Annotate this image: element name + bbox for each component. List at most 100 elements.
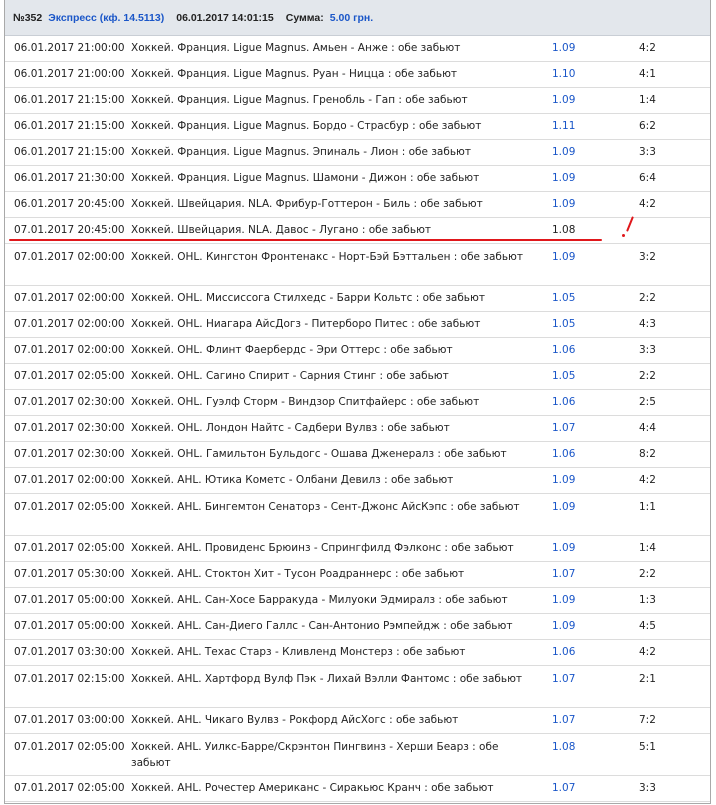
event-odd: 1.09 <box>552 94 576 106</box>
event-date: 07.01.2017 02:00:00 <box>14 474 125 486</box>
sum-label: Сумма: <box>285 11 324 24</box>
event-odd: 1.09 <box>552 198 576 210</box>
table-row: 07.01.2017 03:00:00 Хоккей. AHL. Чикаго В… <box>5 708 710 734</box>
event-name: Хоккей. Швейцария. NLA. Давос - Лугано :… <box>131 224 432 236</box>
event-odd: 1.07 <box>552 714 576 726</box>
event-odd: 1.09 <box>552 251 576 263</box>
event-score: 6:4 <box>639 172 656 184</box>
event-name: Хоккей. Франция. Ligue Magnus. Бордо - С… <box>131 120 482 132</box>
table-row: 06.01.2017 21:30:00 Хоккей. Франция. Ligu… <box>5 166 710 192</box>
event-score: 7:2 <box>639 714 656 726</box>
event-odd: 1.07 <box>552 422 576 434</box>
event-score: 2:2 <box>639 568 656 580</box>
event-date: 06.01.2017 21:15:00 <box>14 120 125 132</box>
bet-type-link[interactable]: Экспресс (кф. 14.5113) <box>48 12 164 24</box>
event-date: 07.01.2017 05:00:00 <box>14 594 125 606</box>
red-underline-annotation <box>9 239 602 241</box>
event-odd: 1.05 <box>552 318 576 330</box>
bet-details-panel: №352 Экспресс (кф. 14.5113) 06.01.2017 1… <box>4 0 711 804</box>
table-row: 07.01.2017 02:05:00 Хоккей. OHL. Сагино С… <box>5 364 710 390</box>
sum-value: 5.00 грн. <box>329 11 374 24</box>
event-odd: 1.07 <box>552 568 576 580</box>
table-row: 07.01.2017 02:00:00 Хоккей. OHL. Кингстон… <box>5 244 710 286</box>
event-date: 07.01.2017 02:30:00 <box>14 422 125 434</box>
event-name: Хоккей. AHL. Сан-Диего Галлс - Сан-Антон… <box>131 620 513 632</box>
event-odd: 1.06 <box>552 646 576 658</box>
table-row: 06.01.2017 21:15:00 Хоккей. Франция. Ligu… <box>5 114 710 140</box>
event-name: Хоккей. Франция. Ligue Magnus. Амьен - А… <box>131 42 461 54</box>
event-score: 4:2 <box>639 474 656 486</box>
event-date: 07.01.2017 02:00:00 <box>14 292 125 304</box>
event-score: 4:1 <box>639 68 656 80</box>
event-date: 07.01.2017 05:30:00 <box>14 568 125 580</box>
event-odd: 1.09 <box>552 146 576 158</box>
event-date: 07.01.2017 02:05:00 <box>14 370 125 382</box>
table-row: 07.01.2017 02:05:00 Хоккей. AHL. Бингемто… <box>5 494 710 536</box>
event-name: Хоккей. OHL. Сагино Спирит - Сарния Стин… <box>131 370 449 382</box>
table-row: 06.01.2017 20:45:00 Хоккей. Швейцария. NL… <box>5 192 710 218</box>
event-name: Хоккей. AHL. Хартфорд Вулф Пэк - Лихай В… <box>131 673 523 685</box>
bet-events-table: 06.01.2017 21:00:00 Хоккей. Франция. Ligu… <box>5 36 710 802</box>
event-name: Хоккей. OHL. Гуэлф Сторм - Виндзор Спитф… <box>131 396 480 408</box>
event-date: 07.01.2017 02:15:00 <box>14 673 125 685</box>
table-row: 06.01.2017 21:15:00 Хоккей. Франция. Ligu… <box>5 140 710 166</box>
event-date: 07.01.2017 02:05:00 <box>14 741 125 753</box>
table-row: 07.01.2017 05:00:00 Хоккей. AHL. Сан-Диег… <box>5 614 710 640</box>
event-score: 3:3 <box>639 782 656 794</box>
table-row: 07.01.2017 02:30:00 Хоккей. OHL. Гуэлф Ст… <box>5 390 710 416</box>
event-score: 1:1 <box>639 501 656 513</box>
event-odd: 1.09 <box>552 501 576 513</box>
event-name: Хоккей. AHL. Сан-Хосе Барракуда - Милуок… <box>131 594 508 606</box>
event-name: Хоккей. AHL. Чикаго Вулвз - Рокфорд АйсХ… <box>131 714 459 726</box>
event-name: Хоккей. Швейцария. NLA. Фрибур-Готтерон … <box>131 198 483 210</box>
event-odd: 1.09 <box>552 42 576 54</box>
bet-header: №352 Экспресс (кф. 14.5113) 06.01.2017 1… <box>5 0 710 36</box>
event-score: 3:2 <box>639 251 656 263</box>
event-date: 06.01.2017 21:15:00 <box>14 94 125 106</box>
event-name: Хоккей. OHL. Ниагара АйсДогз - Питерборо… <box>131 318 481 330</box>
event-score: 4:5 <box>639 620 656 632</box>
table-row: 06.01.2017 21:00:00 Хоккей. Франция. Ligu… <box>5 62 710 88</box>
event-date: 07.01.2017 02:05:00 <box>14 782 125 794</box>
bet-number: №352 <box>13 11 43 24</box>
table-row: 07.01.2017 05:30:00 Хоккей. AHL. Стоктон … <box>5 562 710 588</box>
event-odd: 1.08 <box>552 741 576 753</box>
event-name: Хоккей. AHL. Рочестер Американс - Сиракь… <box>131 782 494 794</box>
event-odd: 1.09 <box>552 474 576 486</box>
event-score: 6:2 <box>639 120 656 132</box>
table-row: 07.01.2017 02:15:00 Хоккей. AHL. Хартфорд… <box>5 666 710 708</box>
event-date: 07.01.2017 02:05:00 <box>14 501 125 513</box>
event-score: 3:3 <box>639 146 656 158</box>
event-name: Хоккей. Франция. Ligue Magnus. Гренобль … <box>131 94 468 106</box>
event-score: 8:2 <box>639 448 656 460</box>
event-date: 07.01.2017 02:30:00 <box>14 448 125 460</box>
event-date: 06.01.2017 21:00:00 <box>14 68 125 80</box>
table-row: 07.01.2017 02:00:00 Хоккей. AHL. Ютика Ко… <box>5 468 710 494</box>
event-score: 4:2 <box>639 646 656 658</box>
event-date: 07.01.2017 03:00:00 <box>14 714 125 726</box>
event-odd: 1.07 <box>552 782 576 794</box>
event-name: Хоккей. Франция. Ligue Magnus. Эпиналь -… <box>131 146 471 158</box>
red-tick-dot-annotation <box>622 234 625 237</box>
event-date: 06.01.2017 21:30:00 <box>14 172 125 184</box>
event-name: Хоккей. AHL. Техас Старз - Кливленд Монс… <box>131 646 466 658</box>
table-row: 07.01.2017 03:30:00 Хоккей. AHL. Техас Ст… <box>5 640 710 666</box>
event-odd: 1.06 <box>552 448 576 460</box>
event-name: Хоккей. Франция. Ligue Magnus. Руан - Ни… <box>131 68 458 80</box>
event-score: 1:4 <box>639 94 656 106</box>
event-score: 1:4 <box>639 542 656 554</box>
event-odd: 1.09 <box>552 594 576 606</box>
event-date: 06.01.2017 20:45:00 <box>14 198 125 210</box>
event-date: 06.01.2017 21:15:00 <box>14 146 125 158</box>
event-name: Хоккей. AHL. Стоктон Хит - Тусон Роадран… <box>131 568 465 580</box>
event-date: 07.01.2017 02:05:00 <box>14 542 125 554</box>
table-row: 07.01.2017 02:05:00 Хоккей. AHL. Провиден… <box>5 536 710 562</box>
event-odd: 1.09 <box>552 620 576 632</box>
event-name: Хоккей. AHL. Провиденс Брюинз - Спрингфи… <box>131 542 514 554</box>
event-odd: 1.09 <box>552 172 576 184</box>
event-odd: 1.05 <box>552 370 576 382</box>
event-score: 4:2 <box>639 198 656 210</box>
event-score: 3:3 <box>639 344 656 356</box>
table-row: 07.01.2017 02:00:00 Хоккей. OHL. Флинт Фа… <box>5 338 710 364</box>
bet-datetime: 06.01.2017 14:01:15 <box>176 11 274 24</box>
